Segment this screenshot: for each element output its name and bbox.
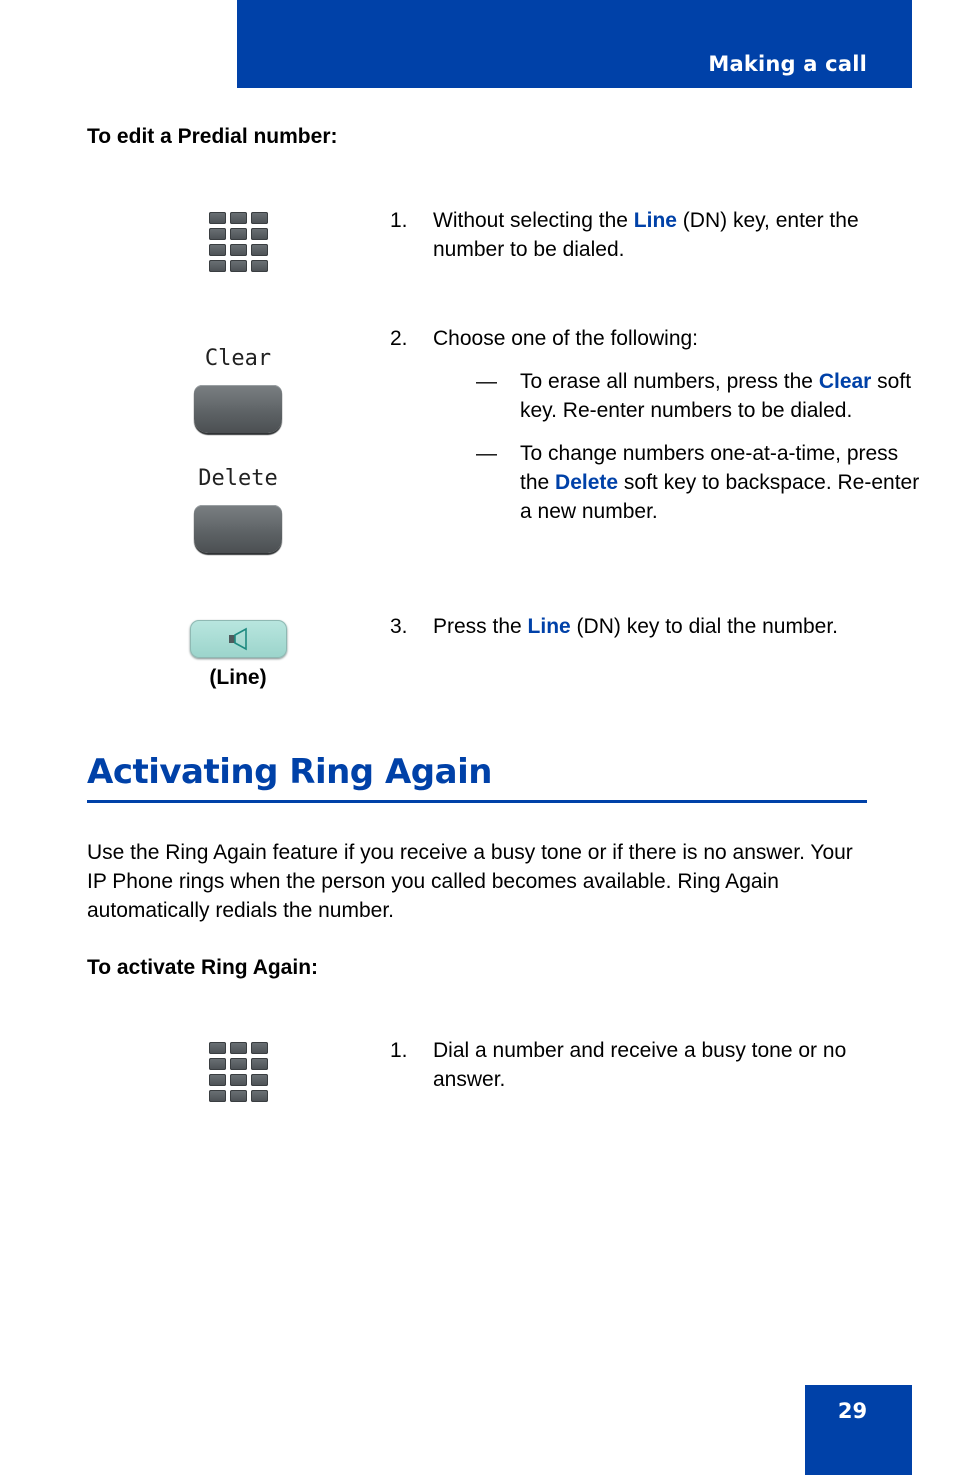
- delete-softkey-label: Delete: [198, 466, 278, 491]
- clear-softkey-label: Clear: [204, 346, 272, 371]
- delete-softkey-button[interactable]: [194, 505, 282, 553]
- clear-softkey-button[interactable]: [194, 385, 282, 433]
- text: To erase all numbers, press the: [520, 370, 819, 393]
- line-key-reference: Line: [527, 615, 571, 638]
- predial-subheading: To edit a Predial number:: [87, 125, 338, 148]
- page-number-box: 29: [805, 1385, 912, 1475]
- section-divider: [87, 800, 867, 803]
- step-2: 2. Choose one of the following: — To era…: [390, 324, 919, 526]
- text: Press the: [433, 615, 528, 638]
- keypad-icon: [209, 212, 269, 272]
- step-number: 3.: [390, 615, 408, 638]
- chapter-title: Making a call: [708, 52, 867, 76]
- dash: —: [476, 370, 497, 393]
- section-title: Activating Ring Again: [87, 752, 492, 792]
- text: Without selecting the: [433, 209, 634, 232]
- option-delete: — To change numbers one-at-a-time, press…: [476, 439, 920, 526]
- step-text: Press the Line (DN) key to dial the numb…: [433, 612, 880, 641]
- step-1: 1. Without selecting the Line (DN) key, …: [390, 206, 880, 264]
- delete-key-reference: Delete: [555, 471, 619, 494]
- keypad-icon: [209, 1042, 269, 1102]
- speaker-icon: [229, 627, 247, 651]
- step-3: 3. Press the Line (DN) key to dial the n…: [390, 612, 880, 641]
- step-text: Choose one of the following:: [433, 327, 699, 350]
- ring-again-step-1: 1. Dial a number and receive a busy tone…: [390, 1036, 880, 1094]
- ring-again-subheading: To activate Ring Again:: [87, 956, 319, 979]
- line-key-button[interactable]: [190, 620, 287, 658]
- step-number: 2.: [390, 327, 408, 350]
- clear-key-reference: Clear: [818, 370, 872, 393]
- line-key-reference: Line: [633, 209, 677, 232]
- ring-again-description: Use the Ring Again feature if you receiv…: [87, 841, 853, 922]
- line-key-caption: (Line): [209, 666, 267, 689]
- step-number: 1.: [390, 1039, 408, 1062]
- dash: —: [476, 442, 497, 465]
- header-bar: Making a call: [237, 0, 912, 88]
- text: (DN) key to dial the number.: [570, 615, 838, 638]
- page-number: 29: [837, 1399, 868, 1423]
- step-number: 1.: [390, 209, 408, 232]
- option-clear: — To erase all numbers, press the Clear …: [476, 367, 920, 425]
- step-text: Dial a number and receive a busy tone or…: [433, 1039, 847, 1091]
- step-text: Without selecting the Line (DN) key, ent…: [433, 206, 880, 264]
